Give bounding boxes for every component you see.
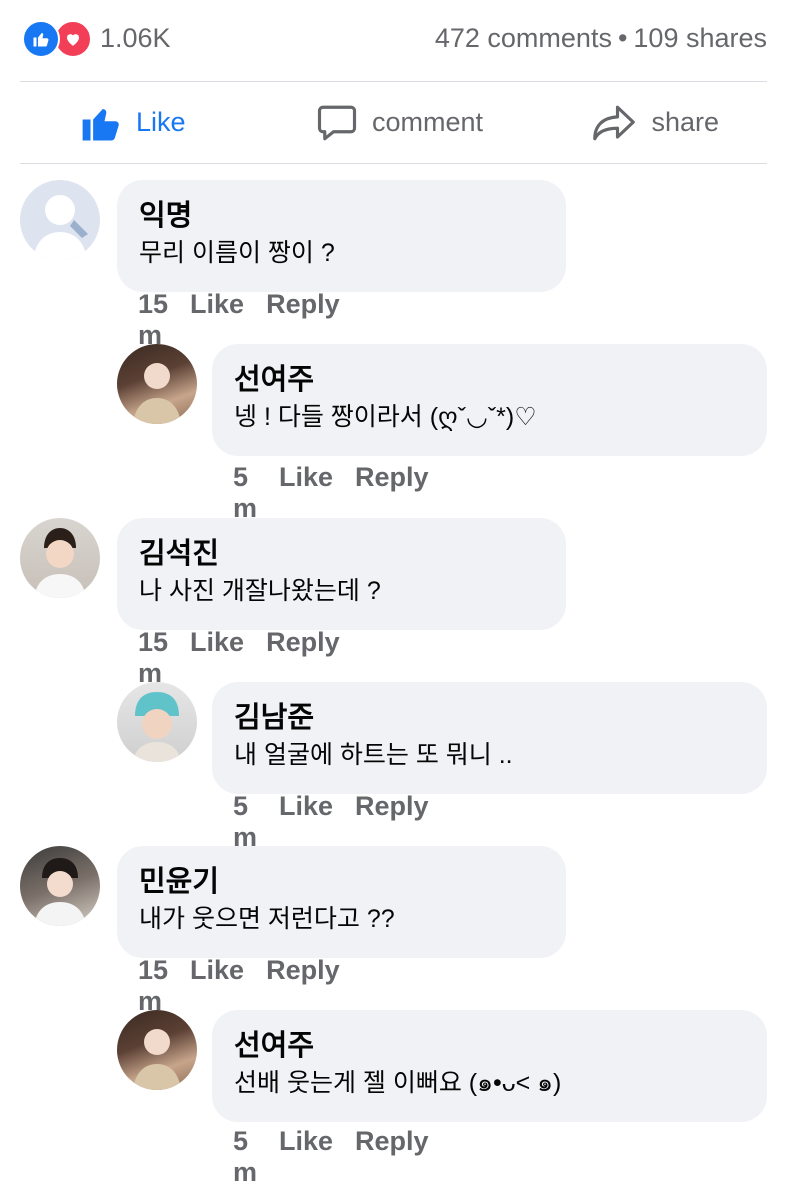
comment-bubble: 김남준 내 얼굴에 하트는 또 뭐니 .. — [212, 682, 767, 794]
comment-bubble: 선여주 선배 웃는게 젤 이뻐요 (๑•ᴗ< ๑) — [212, 1010, 767, 1122]
comment-bubble: 선여주 넹 ! 다들 짱이라서 (ღˇ◡ˇ*)♡ — [212, 344, 767, 456]
comment-author[interactable]: 민윤기 — [139, 864, 544, 900]
comment-like-link[interactable]: Like — [279, 791, 333, 853]
reaction-count-group[interactable]: 1.06K — [22, 18, 171, 58]
comment-text: 내 얼굴에 하트는 또 뭐니 .. — [234, 741, 513, 769]
comment-author[interactable]: 김석진 — [139, 536, 544, 572]
comment-meta: 15 m Like Reply — [138, 955, 340, 1017]
comment-icon — [317, 105, 357, 140]
reaction-icons — [22, 18, 94, 58]
comment-text: 넹 ! 다들 짱이라서 (ღˇ◡ˇ*)♡ — [234, 403, 537, 431]
comment-button-label: comment — [371, 107, 484, 137]
comment-author[interactable]: 익명 — [139, 198, 544, 234]
user-avatar[interactable] — [117, 682, 197, 762]
comment-meta: 5 m Like Reply — [233, 791, 429, 853]
user-avatar[interactable] — [117, 344, 197, 424]
comments-count[interactable]: 472 comments — [435, 23, 612, 53]
comment-like-link[interactable]: Like — [279, 462, 333, 524]
anonymous-avatar[interactable] — [20, 180, 100, 260]
comment-reply-link[interactable]: Reply — [355, 791, 429, 853]
share-button-label: share — [651, 107, 719, 137]
comment-meta: 15 m Like Reply — [138, 627, 340, 689]
comment-time: 15 m — [138, 627, 169, 688]
comment-time: 5 m — [233, 791, 258, 852]
comment-reply-link[interactable]: Reply — [355, 462, 429, 524]
user-avatar[interactable] — [20, 846, 100, 926]
comment-time: 15 m — [138, 955, 169, 1016]
comment-time: 5 m — [233, 1126, 258, 1187]
action-bar: Like comment share — [20, 82, 767, 163]
comment-reply-link[interactable]: Reply — [266, 955, 340, 1017]
comment-bubble: 김석진 나 사진 개잘나왔는데 ? — [117, 518, 566, 630]
user-avatar[interactable] — [117, 1010, 197, 1090]
comment-time: 15 m — [138, 289, 169, 350]
comment-meta: 15 m Like Reply — [138, 289, 340, 351]
comment-time: 5 m — [233, 462, 258, 523]
share-arrow-icon — [593, 105, 636, 140]
comment-like-link[interactable]: Like — [190, 955, 244, 1017]
comment-like-link[interactable]: Like — [190, 627, 244, 689]
comment-reply-link[interactable]: Reply — [355, 1126, 429, 1188]
like-button-label: Like — [136, 107, 186, 137]
comment-like-link[interactable]: Like — [279, 1126, 333, 1188]
comment-text: 내가 웃으면 저런다고 ?? — [139, 905, 395, 933]
comment-bubble: 민윤기 내가 웃으면 저런다고 ?? — [117, 846, 566, 958]
comment-author[interactable]: 김남준 — [234, 700, 745, 736]
comment-author[interactable]: 선여주 — [234, 1028, 745, 1064]
shares-count[interactable]: 109 shares — [633, 23, 767, 53]
comment-reply-link[interactable]: Reply — [266, 627, 340, 689]
comment-button[interactable]: comment — [293, 102, 506, 144]
divider — [20, 163, 767, 164]
comment-bubble: 익명 무리 이름이 짱이 ? — [117, 180, 566, 292]
reaction-count: 1.06K — [100, 22, 171, 53]
user-avatar[interactable] — [20, 518, 100, 598]
comment-author[interactable]: 선여주 — [234, 362, 745, 398]
separator-dot: • — [617, 22, 628, 53]
thumbs-up-icon — [82, 108, 119, 140]
comment-meta: 5 m Like Reply — [233, 1126, 429, 1188]
comment-like-link[interactable]: Like — [190, 289, 244, 351]
comment-text: 선배 웃는게 젤 이뻐요 (๑•ᴗ< ๑) — [234, 1069, 562, 1097]
comment-meta: 5 m Like Reply — [233, 462, 429, 524]
reactions-summary: 1.06K 472 comments • 109 shares — [22, 18, 767, 58]
like-reaction-icon — [22, 20, 60, 58]
comment-text: 나 사진 개잘나왔는데 ? — [139, 577, 381, 605]
share-button[interactable]: share — [506, 102, 767, 144]
comment-text: 무리 이름이 짱이 ? — [139, 239, 335, 267]
comment-share-counts: 472 comments • 109 shares — [435, 23, 767, 54]
comment-reply-link[interactable]: Reply — [266, 289, 340, 351]
like-button[interactable]: Like — [20, 102, 293, 144]
